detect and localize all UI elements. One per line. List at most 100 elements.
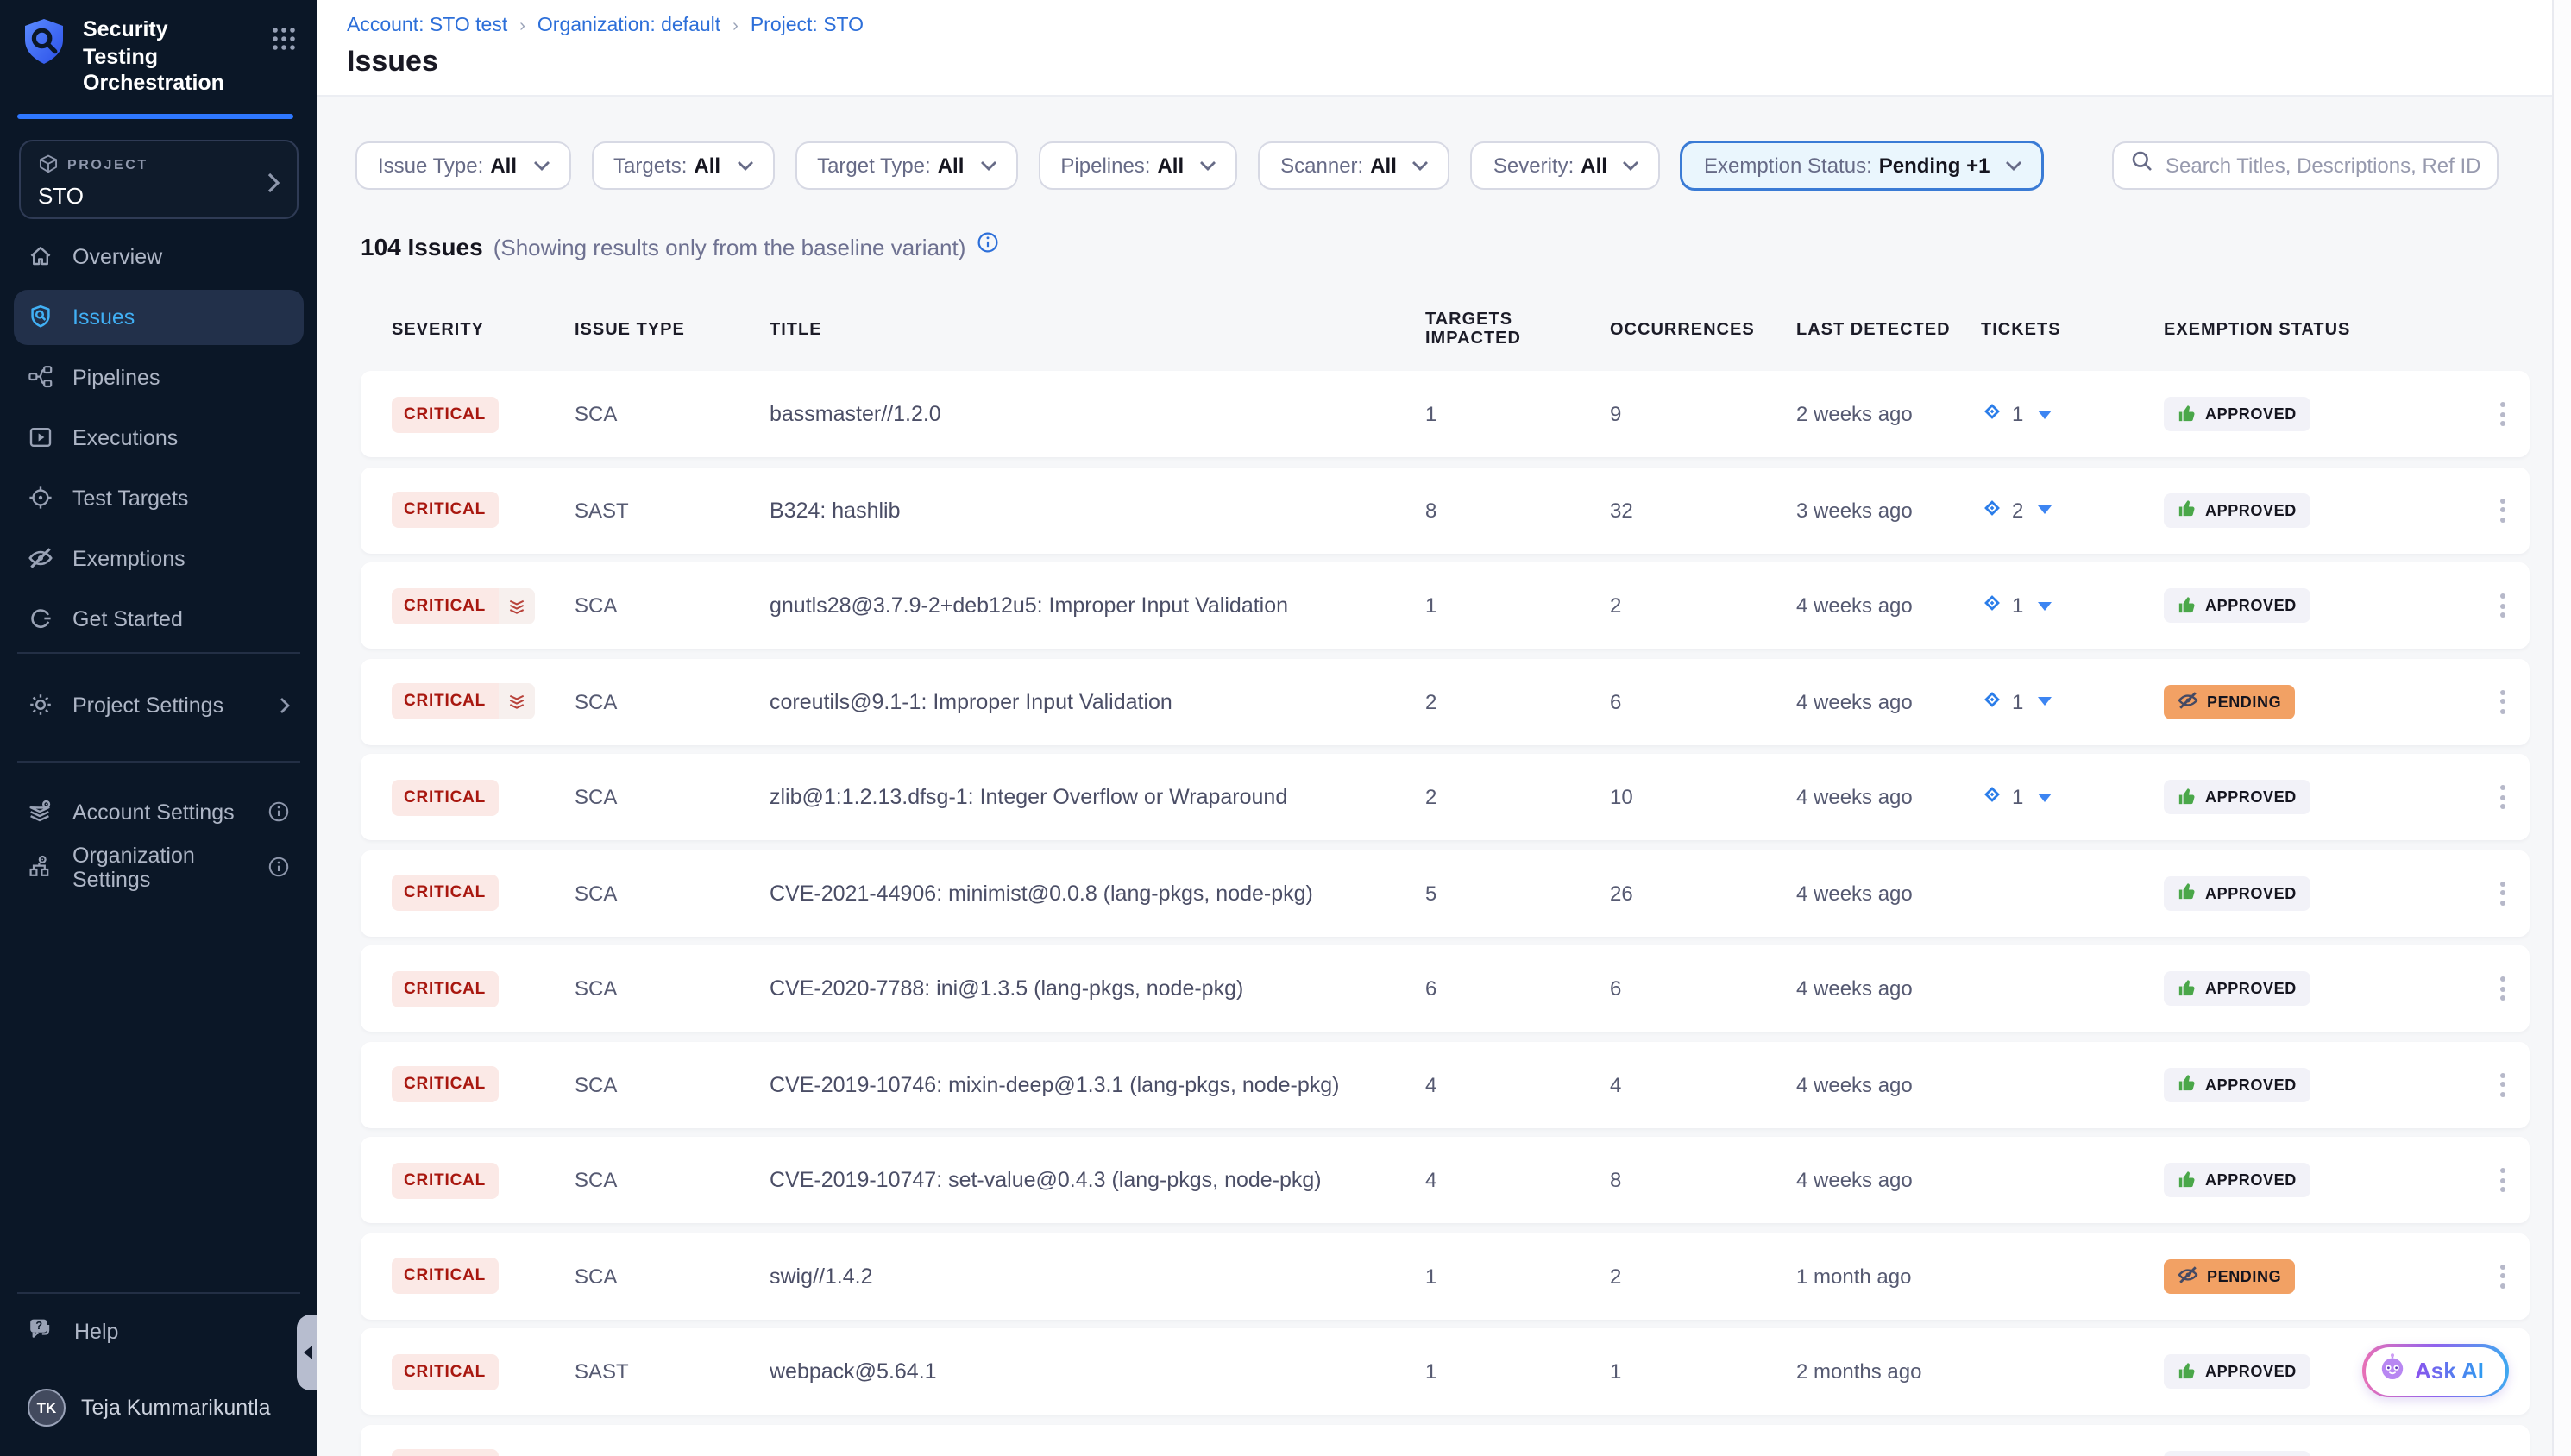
table-row[interactable]: CRITICAL SCA CVE-2021-44906: minimist@0.…: [361, 850, 2530, 936]
caret-down-icon[interactable]: [2037, 601, 2051, 610]
row-menu-kebab[interactable]: [2493, 874, 2514, 912]
sidebar-collapse-handle[interactable]: [297, 1315, 317, 1390]
occurrences-cell: 2: [1610, 593, 1796, 618]
issue-title-cell[interactable]: zlib@1:1.2.13.dfsg-1: Integer Overflow o…: [770, 785, 1425, 809]
severity-badge: CRITICAL: [392, 396, 498, 432]
table-row[interactable]: CRITICAL SCA CVE-2019-10746: mixin-deep@…: [361, 1041, 2530, 1127]
issue-title-cell[interactable]: CVE-2021-44906: minimist@0.0.8 (lang-pkg…: [770, 881, 1425, 905]
breadcrumb-account-link[interactable]: Account: STO test: [347, 16, 507, 36]
breadcrumb-organization-link[interactable]: Organization: default: [537, 16, 720, 36]
sidebar-item-label: Overview: [72, 245, 162, 269]
row-menu-kebab[interactable]: [2493, 1257, 2514, 1295]
ticket-cell[interactable]: 1: [1981, 592, 2164, 619]
filter-pipelines[interactable]: Pipelines:All: [1038, 141, 1237, 190]
ai-robot-icon: [2377, 1352, 2406, 1390]
filter-issue-type[interactable]: Issue Type:All: [355, 141, 570, 190]
app-grid-icon[interactable]: [271, 26, 297, 60]
row-menu-kebab[interactable]: [2493, 1448, 2514, 1456]
user-menu[interactable]: TK Teja Kummarikuntla: [14, 1380, 304, 1435]
table-row[interactable]: CRITICAL SAST webpack@5.64.1 1 1 2 month…: [361, 1328, 2530, 1415]
row-menu-kebab[interactable]: [2493, 587, 2514, 624]
filter-scanner[interactable]: Scanner:All: [1258, 141, 1450, 190]
occurrences-cell: 6: [1610, 976, 1796, 1001]
issues-count-line: 104 Issues (Showing results only from th…: [361, 231, 2571, 262]
issue-title-cell[interactable]: B324: hashlib: [770, 498, 1425, 522]
ticket-cell[interactable]: 1: [1981, 400, 2164, 428]
sidebar-item-issues[interactable]: Issues: [14, 290, 304, 345]
caret-down-icon[interactable]: [2037, 410, 2051, 418]
filter-exemption-status[interactable]: Exemption Status:Pending +1: [1682, 141, 2044, 190]
issue-title-cell[interactable]: CVE-2019-10746: mixin-deep@1.3.1 (lang-p…: [770, 1072, 1425, 1096]
exemption-status-badge: APPROVED: [2164, 780, 2310, 814]
ticket-cell[interactable]: 1: [1981, 687, 2164, 715]
breadcrumb-project-link[interactable]: Project: STO: [751, 16, 864, 36]
row-menu-kebab[interactable]: [2493, 1065, 2514, 1103]
issue-title-cell[interactable]: swig//1.4.2: [770, 1264, 1425, 1288]
issue-title-cell[interactable]: CVE-2020-7788: ini@1.3.5 (lang-pkgs, nod…: [770, 976, 1425, 1001]
severity-badge: CRITICAL: [392, 1449, 498, 1456]
sidebar-item-project-settings[interactable]: Project Settings: [14, 678, 304, 733]
sidebar-item-organization-settings[interactable]: Organization Settings: [14, 840, 304, 895]
exemption-status-badge: APPROVED: [2164, 875, 2310, 910]
filter-severity[interactable]: Severity:All: [1471, 141, 1661, 190]
help-button[interactable]: ? Help: [14, 1304, 304, 1359]
ticket-count: 1: [2012, 593, 2023, 618]
severity-badge: CRITICAL: [392, 970, 498, 1007]
issue-title-cell[interactable]: CVE-2019-10747: set-value@0.4.3 (lang-pk…: [770, 1168, 1425, 1192]
info-icon[interactable]: [976, 231, 998, 262]
issue-title-cell[interactable]: bassmaster//1.2.0: [770, 402, 1425, 426]
sidebar-footer: ? Help TK Teja Kummarikuntla: [0, 1292, 317, 1456]
sidebar-item-account-settings[interactable]: Account Settings: [14, 785, 304, 840]
table-row[interactable]: CRITICAL SCA CVE-2020-7788: ini@1.3.5 (l…: [361, 945, 2530, 1032]
sidebar-item-get-started[interactable]: Get Started: [14, 592, 304, 647]
col-header-severity: SEVERITY: [392, 320, 575, 339]
chevron-down-icon: [2005, 160, 2022, 172]
project-selector[interactable]: PROJECT STO: [19, 140, 299, 219]
jira-icon: [1981, 687, 2003, 715]
caret-down-icon[interactable]: [2037, 697, 2051, 706]
filter-targets[interactable]: Targets:All: [591, 141, 774, 190]
issue-title-cell[interactable]: gnutls28@3.7.9-2+deb12u5: Improper Input…: [770, 593, 1425, 618]
ticket-cell[interactable]: 2: [1981, 496, 2164, 524]
occurrences-cell: 26: [1610, 881, 1796, 905]
filter-target-type[interactable]: Target Type:All: [795, 141, 1017, 190]
table-row[interactable]: CRITICAL SCA coreutils@9.1-1: Improper I…: [361, 658, 2530, 744]
row-menu-kebab[interactable]: [2493, 491, 2514, 529]
row-menu-kebab[interactable]: [2493, 682, 2514, 720]
search-input[interactable]: [2166, 154, 2480, 178]
row-menu-kebab[interactable]: [2493, 395, 2514, 433]
issue-title-cell[interactable]: webpack@5.64.1: [770, 1359, 1425, 1384]
ask-ai-button[interactable]: Ask AI: [2362, 1344, 2509, 1397]
table-row[interactable]: CRITICAL SCA bassmaster//1.2.0 1 9 2 wee…: [361, 371, 2530, 457]
exemption-status-badge: APPROVED: [2164, 588, 2310, 623]
table-row[interactable]: CRITICAL SCA swig//1.4.2 1 2 1 month ago…: [361, 1233, 2530, 1319]
sidebar-item-label: Account Settings: [72, 800, 235, 825]
sidebar-item-pipelines[interactable]: Pipelines: [14, 350, 304, 405]
sidebar-item-overview[interactable]: Overview: [14, 229, 304, 285]
row-menu-kebab[interactable]: [2493, 778, 2514, 816]
table-row[interactable]: CRITICAL SCA zlib@1:1.2.13.dfsg-1: Integ…: [361, 754, 2530, 840]
issue-type-cell: SCA: [575, 689, 770, 713]
row-menu-kebab[interactable]: [2493, 970, 2514, 1007]
info-icon[interactable]: [267, 801, 290, 824]
table-row[interactable]: CRITICAL SAST django@1.2 1 22 2 months a…: [361, 1424, 2530, 1456]
sidebar-item-test-targets[interactable]: Test Targets: [14, 471, 304, 526]
jira-icon: [1981, 496, 2003, 524]
table-row[interactable]: CRITICAL SCA gnutls28@3.7.9-2+deb12u5: I…: [361, 562, 2530, 649]
caret-down-icon[interactable]: [2037, 505, 2051, 514]
sidebar-item-executions[interactable]: Executions: [14, 411, 304, 466]
stacked-issues-icon: [498, 587, 534, 624]
table-row[interactable]: CRITICAL SCA CVE-2019-10747: set-value@0…: [361, 1137, 2530, 1223]
scrollbar-track[interactable]: [2552, 0, 2571, 1456]
issue-title-cell[interactable]: coreutils@9.1-1: Improper Input Validati…: [770, 689, 1425, 713]
ticket-cell[interactable]: 1: [1981, 783, 2164, 811]
info-icon[interactable]: [267, 857, 290, 879]
table-row[interactable]: CRITICAL SAST B324: hashlib 8 32 3 weeks…: [361, 467, 2530, 553]
sidebar-item-exemptions[interactable]: Exemptions: [14, 531, 304, 587]
row-menu-kebab[interactable]: [2493, 1161, 2514, 1199]
severity-badge: CRITICAL: [392, 492, 498, 528]
exemption-status-badge: APPROVED: [2164, 971, 2310, 1006]
caret-down-icon[interactable]: [2037, 793, 2051, 801]
severity-badge: CRITICAL: [392, 1353, 498, 1390]
severity-badge: CRITICAL: [392, 1162, 498, 1198]
